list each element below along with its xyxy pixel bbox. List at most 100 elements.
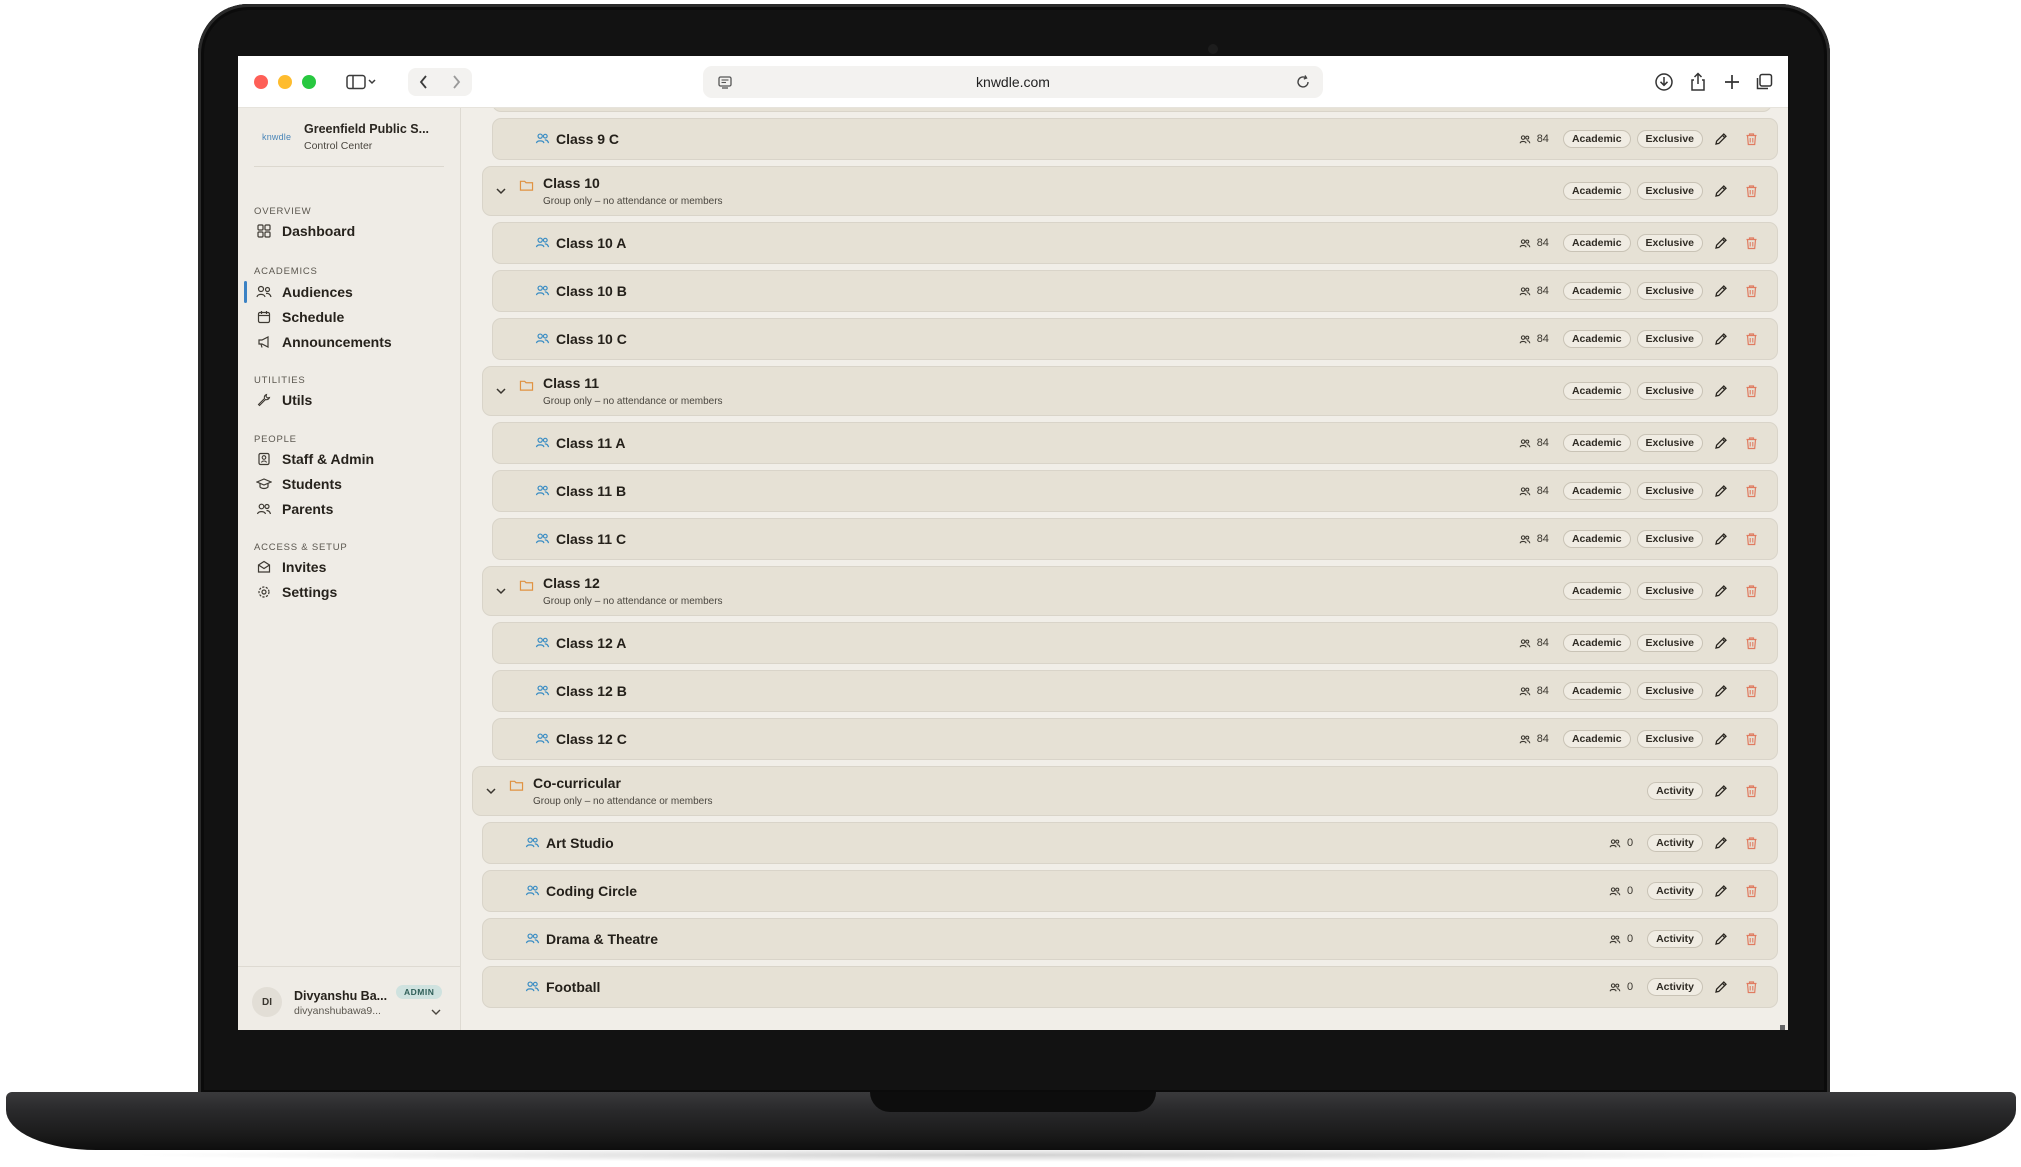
chevron-down-icon[interactable]	[495, 386, 507, 396]
trash-icon	[1745, 384, 1758, 398]
edit-button[interactable]	[1709, 527, 1733, 551]
sidebar-item-students[interactable]: Students	[250, 471, 450, 497]
delete-button[interactable]	[1739, 927, 1763, 951]
edit-button[interactable]	[1709, 831, 1733, 855]
delete-button[interactable]	[1739, 179, 1763, 203]
edit-button[interactable]	[1709, 431, 1733, 455]
downloads-button[interactable]	[1650, 68, 1678, 96]
sidebar-item-invites[interactable]: Invites	[250, 554, 450, 580]
delete-button[interactable]	[1739, 127, 1763, 151]
trash-icon	[1745, 732, 1758, 746]
audience-row[interactable]: Class 10 C 84 Academic Exclusive	[492, 318, 1778, 360]
delete-button[interactable]	[1739, 727, 1763, 751]
tag-exclusive: Exclusive	[1636, 234, 1703, 252]
delete-button[interactable]	[1739, 831, 1763, 855]
audience-row[interactable]: Class 11 C 84 Academic Exclusive	[492, 518, 1778, 560]
sidebar-item-schedule[interactable]: Schedule	[250, 304, 450, 330]
edit-button[interactable]	[1709, 727, 1733, 751]
audience-group-row[interactable]: Class 11 Group only – no attendance or me…	[482, 366, 1778, 416]
sidebar-item-audiences[interactable]: Audiences	[244, 279, 450, 305]
member-count-value: 84	[1536, 285, 1549, 297]
tab-overview-button[interactable]	[1750, 68, 1778, 96]
new-tab-button[interactable]	[1718, 68, 1746, 96]
edit-button[interactable]	[1709, 779, 1733, 803]
edit-button[interactable]	[1709, 379, 1733, 403]
back-button[interactable]	[410, 68, 438, 96]
pencil-icon	[1714, 636, 1728, 650]
folder-icon	[519, 379, 534, 392]
edit-button[interactable]	[1709, 579, 1733, 603]
row-actions: Academic Exclusive	[1557, 567, 1763, 615]
minimize-window-button[interactable]	[278, 75, 292, 89]
delete-button[interactable]	[1739, 879, 1763, 903]
edit-button[interactable]	[1709, 927, 1733, 951]
close-window-button[interactable]	[254, 75, 268, 89]
audience-group-row[interactable]: Class 10 Group only – no attendance or me…	[482, 166, 1778, 216]
member-count-value: 84	[1536, 133, 1549, 145]
audience-row[interactable]: Class 12 C 84 Academic Exclusive	[492, 718, 1778, 760]
chevron-down-icon	[431, 1009, 441, 1015]
sidebar-toggle-button[interactable]	[338, 68, 384, 96]
share-button[interactable]	[1684, 68, 1712, 96]
delete-button[interactable]	[1739, 631, 1763, 655]
edit-button[interactable]	[1709, 231, 1733, 255]
audience-row[interactable]: Coding Circle 0 Activity	[482, 870, 1778, 912]
chevron-down-icon[interactable]	[495, 586, 507, 596]
sidebar-item-parents[interactable]: Parents	[250, 496, 450, 522]
audience-row[interactable]: Class 9 C 84 Academic Exclusive	[492, 118, 1778, 160]
audience-row[interactable]: Class 11 B 84 Academic Exclusive	[492, 470, 1778, 512]
sidebar-item-utils[interactable]: Utils	[250, 387, 450, 413]
audience-row[interactable]: Drama & Theatre 0 Activity	[482, 918, 1778, 960]
dashboard-icon	[256, 223, 272, 239]
sidebar-item-settings[interactable]: Settings	[250, 579, 450, 605]
row-actions: 84 Academic Exclusive	[1519, 423, 1763, 463]
sidebar-item-staff-admin[interactable]: Staff & Admin	[250, 446, 450, 472]
delete-button[interactable]	[1739, 975, 1763, 999]
delete-button[interactable]	[1739, 679, 1763, 703]
audience-group-row[interactable]: Class 12 Group only – no attendance or me…	[482, 566, 1778, 616]
delete-button[interactable]	[1739, 379, 1763, 403]
delete-button[interactable]	[1739, 431, 1763, 455]
scrollbar[interactable]	[1780, 1025, 1785, 1030]
zoom-window-button[interactable]	[302, 75, 316, 89]
delete-button[interactable]	[1739, 327, 1763, 351]
tag-academic: Academic	[1562, 582, 1631, 600]
audience-row[interactable]: Art Studio 0 Activity	[482, 822, 1778, 864]
reload-icon[interactable]	[1295, 74, 1311, 90]
sidebar-item-label: Parents	[282, 501, 334, 517]
edit-button[interactable]	[1709, 975, 1733, 999]
user-menu[interactable]: DI Divyanshu Ba... divyanshubawa9... ADM…	[238, 966, 461, 1030]
edit-button[interactable]	[1709, 479, 1733, 503]
members-icon	[1519, 334, 1534, 345]
audience-row[interactable]: Class 11 A 84 Academic Exclusive	[492, 422, 1778, 464]
delete-button[interactable]	[1739, 279, 1763, 303]
edit-button[interactable]	[1709, 879, 1733, 903]
audience-row[interactable]: Class 12 B 84 Academic Exclusive	[492, 670, 1778, 712]
address-bar[interactable]: knwdle.com	[703, 66, 1323, 98]
delete-button[interactable]	[1739, 527, 1763, 551]
sidebar-item-dashboard[interactable]: Dashboard	[250, 218, 450, 244]
org-switcher[interactable]: knwdle Greenfield Public S... Control Ce…	[254, 118, 450, 158]
audience-row[interactable]: Football 0 Activity	[482, 966, 1778, 1008]
member-count-value: 0	[1626, 933, 1634, 945]
edit-button[interactable]	[1709, 279, 1733, 303]
delete-button[interactable]	[1739, 779, 1763, 803]
chevron-down-icon[interactable]	[495, 186, 507, 196]
audience-row[interactable]: Class 10 B 84 Academic Exclusive	[492, 270, 1778, 312]
forward-button[interactable]	[442, 68, 470, 96]
edit-button[interactable]	[1709, 327, 1733, 351]
audience-group-row[interactable]: Co-curricular Group only – no attendance …	[472, 766, 1778, 816]
edit-button[interactable]	[1709, 127, 1733, 151]
sidebar-item-announcements[interactable]: Announcements	[250, 329, 450, 355]
edit-button[interactable]	[1709, 179, 1733, 203]
chevron-down-icon[interactable]	[485, 786, 497, 796]
delete-button[interactable]	[1739, 479, 1763, 503]
row-actions: 84 Academic Exclusive	[1519, 519, 1763, 559]
delete-button[interactable]	[1739, 231, 1763, 255]
delete-button[interactable]	[1739, 579, 1763, 603]
audience-row[interactable]: Class 12 A 84 Academic Exclusive	[492, 622, 1778, 664]
edit-button[interactable]	[1709, 631, 1733, 655]
audience-row[interactable]: Class 10 A 84 Academic Exclusive	[492, 222, 1778, 264]
edit-button[interactable]	[1709, 679, 1733, 703]
member-count-value: 84	[1536, 333, 1549, 345]
